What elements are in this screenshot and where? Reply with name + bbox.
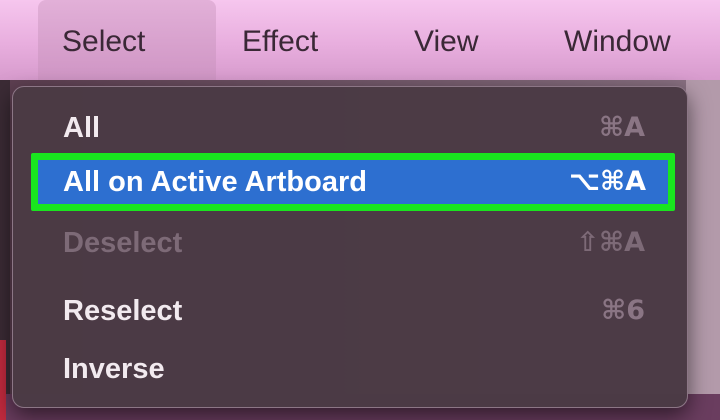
right-panel-edge [686,80,720,394]
menu-item-shortcut: ⌥⌘A [568,166,646,197]
panel-edge-accent [0,340,6,420]
menubar-item-effect[interactable]: Effect [242,0,318,80]
menu-item-shortcut: ⌘6 [601,295,645,326]
menubar-item-view[interactable]: View [414,0,478,80]
menu-item-label: Reselect [63,295,183,327]
menu-item-reselect[interactable]: Reselect ⌘6 [13,286,687,336]
menu-item-deselect[interactable]: Deselect ⇧⌘A [13,218,687,268]
menu-bar: Select Effect View Window [0,0,720,80]
menubar-item-select[interactable]: Select [38,0,216,80]
menu-item-all[interactable]: All ⌘A [13,103,687,153]
menubar-item-window[interactable]: Window [564,0,671,80]
menu-item-label: All [63,112,101,144]
menu-item-label: Inverse [63,353,165,385]
menu-item-shortcut: ⇧⌘A [576,227,645,258]
menu-item-shortcut: ⌘A [599,112,645,143]
menu-item-all-on-active-artboard[interactable]: All on Active Artboard ⌥⌘A [31,153,675,211]
menu-item-label: All on Active Artboard [63,166,367,198]
menu-item-inverse[interactable]: Inverse [13,344,687,394]
select-dropdown-menu: All ⌘A All on Active Artboard ⌥⌘A Desele… [12,86,688,408]
menu-item-label: Deselect [63,227,183,259]
